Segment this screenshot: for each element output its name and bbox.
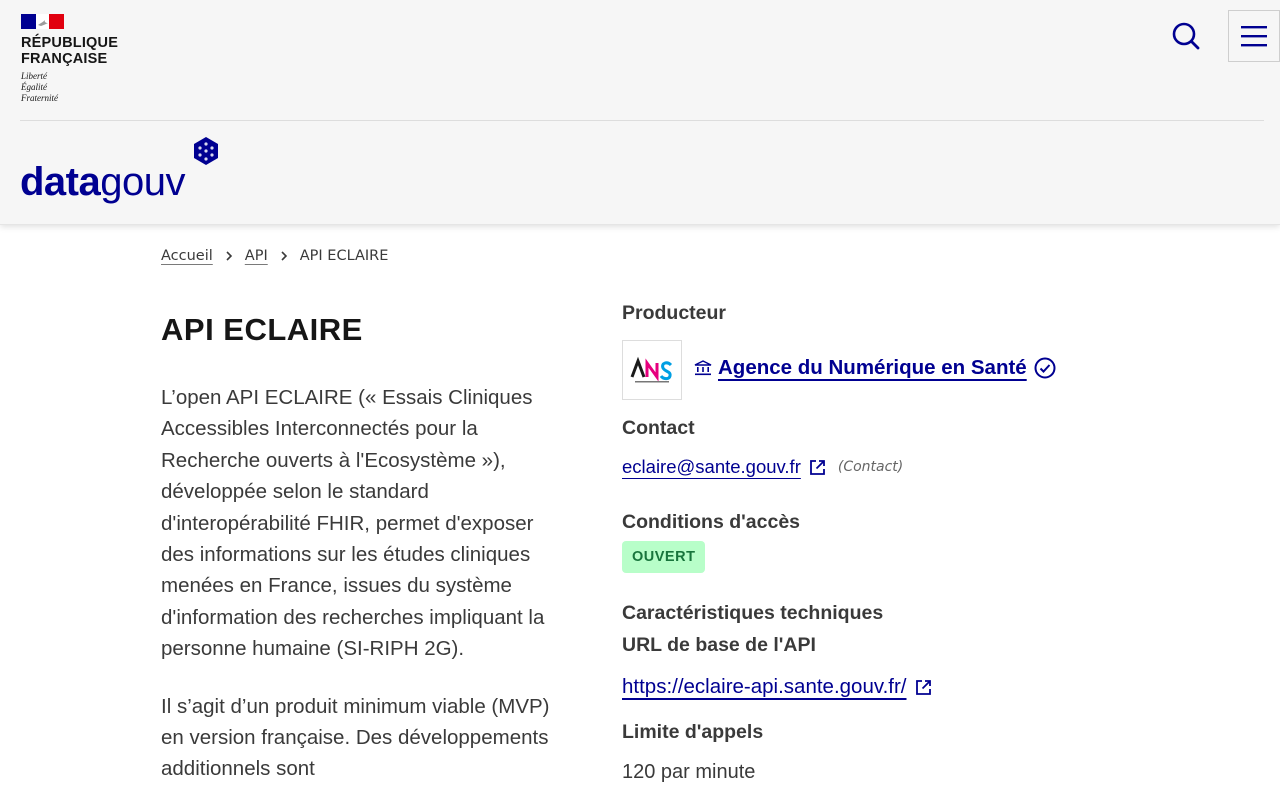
header-divider [20,120,1264,121]
republic-motto: Liberté Égalité Fraternité [21,71,118,104]
access-conditions-heading: Conditions d'accès [622,511,801,533]
contact-note: (Contact) [837,459,904,475]
motto-line3: Fraternité [21,93,58,103]
menu-button[interactable] [1228,10,1280,62]
producer-logo[interactable] [622,340,682,400]
page-title: API ECLAIRE [161,312,363,347]
logo-text-bold: data [20,160,101,204]
datagouv-logo[interactable]: datagouv [20,136,218,206]
site-header: RÉPUBLIQUE FRANÇAISE Liberté Égalité Fra… [0,0,1280,225]
search-button[interactable] [1168,18,1204,54]
motto-line2: Égalité [21,82,47,92]
republic-name: RÉPUBLIQUE FRANÇAISE [21,35,118,67]
chevron-right-icon [280,250,288,262]
contact-email-link[interactable]: eclaire@sante.gouv.fr [622,456,801,478]
contact-heading: Contact [622,417,695,439]
menu-icon [1241,26,1267,47]
logo-text-light: gouv [100,160,185,204]
description-paragraph: Il s’agit d’un produit minimum viable (M… [161,694,550,781]
motto-line1: Liberté [21,71,47,81]
external-link-icon [915,679,932,696]
breadcrumb: Accueil API API ECLAIRE [161,248,388,264]
verified-check-icon [1034,357,1056,379]
republic-name-line2: FRANÇAISE [21,51,108,67]
producer-heading: Producteur [622,302,727,324]
institution-icon [694,360,712,376]
datagouv-wordmark: datagouv [20,158,185,206]
republic-name-line1: RÉPUBLIQUE [21,35,119,51]
breadcrumb-link-accueil[interactable]: Accueil [161,248,213,264]
technical-heading: Caractéristiques techniques [622,602,884,624]
external-link-icon [809,459,826,476]
rate-limit-value: 120 par minute [622,761,756,783]
rate-limit-heading: Limite d'appels [622,721,764,743]
republique-francaise-logo[interactable]: RÉPUBLIQUE FRANÇAISE Liberté Égalité Fra… [21,14,118,104]
search-icon [1172,22,1200,50]
chevron-right-icon [225,250,233,262]
french-flag-icon [21,14,64,29]
base-url-row: https://eclaire-api.sante.gouv.fr/ [622,675,932,699]
api-description: L’open API ECLAIRE (« Essais Cliniques A… [161,382,561,785]
breadcrumb-current: API ECLAIRE [299,248,389,264]
breadcrumb-link-api[interactable]: API [245,248,268,264]
cube-icon [194,137,218,165]
description-paragraph: L’open API ECLAIRE (« Essais Cliniques A… [161,386,545,661]
producer-link-row: Agence du Numérique en Santé [694,356,1057,380]
contact-row: eclaire@sante.gouv.fr (Contact) [622,456,903,478]
base-url-link[interactable]: https://eclaire-api.sante.gouv.fr/ [622,675,907,699]
base-url-heading: URL de base de l'API [622,634,816,656]
access-status-badge: OUVERT [622,541,706,573]
producer-name-link[interactable]: Agence du Numérique en Santé [718,356,1027,380]
ans-logo-icon [630,356,673,383]
